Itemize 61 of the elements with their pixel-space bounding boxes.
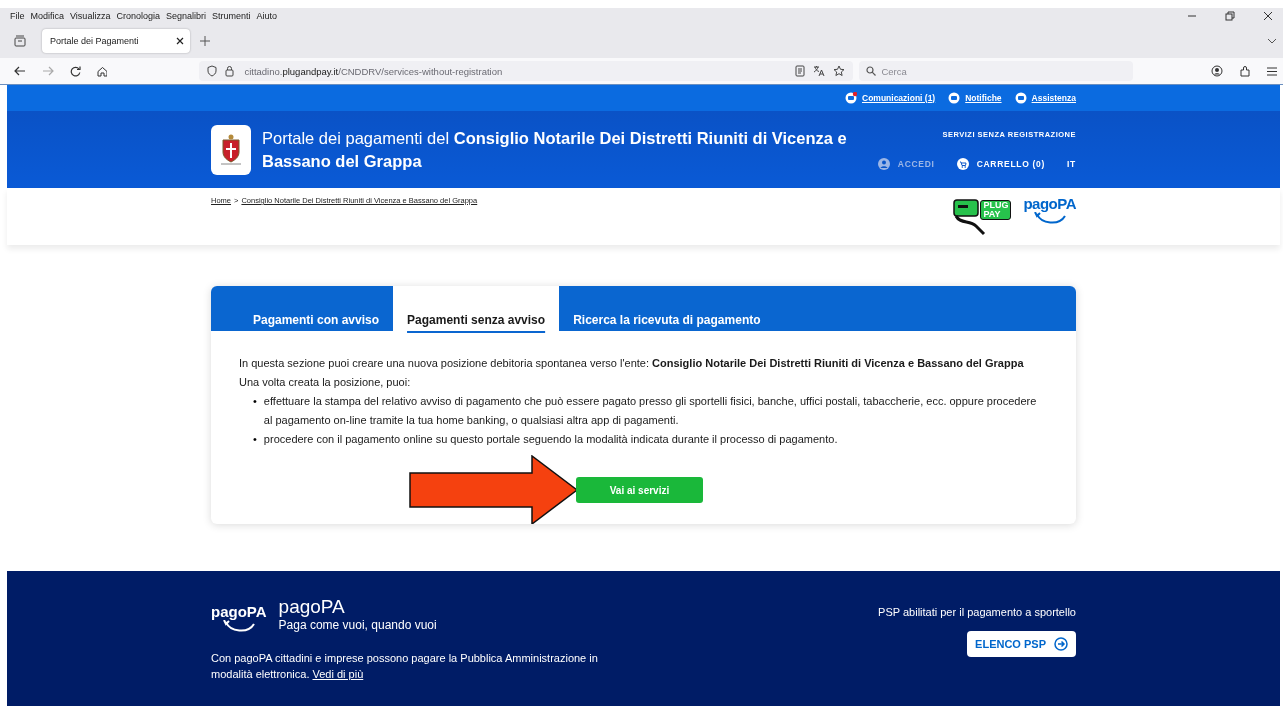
tab-title: Portale dei Pagamenti bbox=[50, 36, 139, 46]
close-tab-icon[interactable] bbox=[176, 37, 184, 45]
tab[interactable]: Pagamenti senza avviso bbox=[393, 286, 560, 331]
search-icon bbox=[866, 66, 877, 76]
header-link[interactable]: Comunicazioni (1) bbox=[862, 93, 936, 103]
chat-bubble-icon bbox=[948, 92, 961, 104]
url-text: cittadino.plugandpay.it/CNDDRV/services-without-registration bbox=[244, 65, 503, 77]
crest-logo[interactable] bbox=[211, 124, 251, 175]
address-bar[interactable]: cittadino.plugandpay.it/CNDDRV/services-without-registration bbox=[199, 61, 854, 81]
user-icon bbox=[877, 157, 890, 170]
menu-item[interactable]: Segnalibri bbox=[165, 11, 206, 21]
back-icon[interactable] bbox=[14, 66, 26, 76]
bullet-marker: • bbox=[253, 432, 257, 447]
reader-view-icon[interactable] bbox=[795, 65, 806, 77]
chevron-down-icon[interactable] bbox=[1267, 38, 1277, 44]
translate-icon[interactable] bbox=[813, 65, 826, 77]
tagline: Paga come vuoi, quando vuoi bbox=[278, 618, 437, 632]
bullet-item: effettuare la stampa del relativo avviso di pagamento che può essere pagato presso gli sportelli fisici, banche, uffici postali, tabaccherie, ecc. oppure procedere al pagamento on-line tramite la tua home banking, o qualsiasi altra app di pagamenti. bbox=[263, 394, 1038, 428]
menu-item[interactable]: Strumenti bbox=[211, 11, 251, 21]
search-field[interactable]: Cerca bbox=[859, 61, 1134, 81]
shield-icon[interactable] bbox=[207, 65, 218, 77]
close-icon[interactable] bbox=[1263, 11, 1273, 21]
intro-text: In questa sezione puoi creare una nuova posizione debitoria spontanea verso l'ente: Consiglio Notarile Dei Distretti Riuniti di Vicenza e Bassano del Grappa bbox=[239, 356, 1025, 371]
extensions-icon[interactable] bbox=[1239, 65, 1252, 77]
psp-text: PSP abilitati per il pagamento a sportello bbox=[878, 606, 1076, 618]
pagopa-logo: pagoPA bbox=[1023, 196, 1076, 226]
menu-item[interactable]: Visualizza bbox=[70, 11, 111, 21]
account-icon[interactable] bbox=[1211, 65, 1224, 77]
cart-icon bbox=[956, 157, 969, 170]
bullet-item: procedere con il pagamento online su questo portale seguendo la modalità indicata durante il processo di pagamento. bbox=[263, 432, 838, 447]
language-selector[interactable]: IT bbox=[1067, 158, 1076, 169]
arrow-right-icon bbox=[1054, 637, 1068, 651]
browser-tab[interactable]: Portale dei Pagamenti bbox=[42, 29, 190, 53]
chat-bubble-icon bbox=[845, 92, 857, 104]
restore-icon[interactable] bbox=[1225, 11, 1235, 21]
pagopa-logo: pagoPA bbox=[211, 596, 267, 634]
footer-description: Con pagoPA cittadini e imprese possono pagare la Pubblica Amministrazione in modalità elettronica. Vedi di più bbox=[211, 651, 599, 682]
tab[interactable]: Ricerca la ricevuta di pagamento bbox=[559, 286, 775, 331]
menu-item[interactable]: Aiuto bbox=[256, 11, 277, 21]
reload-icon[interactable] bbox=[69, 65, 81, 77]
menu-item[interactable]: Cronologia bbox=[116, 11, 160, 21]
star-icon[interactable] bbox=[833, 65, 846, 77]
menu-icon[interactable] bbox=[1267, 66, 1277, 76]
brand-name: pagoPA bbox=[278, 596, 346, 618]
more-link[interactable]: Vedi di più bbox=[312, 668, 364, 680]
home-icon[interactable] bbox=[96, 65, 108, 77]
bullet-marker: • bbox=[253, 394, 257, 409]
lock-icon[interactable] bbox=[225, 65, 235, 77]
menu-item[interactable]: File bbox=[10, 11, 25, 21]
plugpay-logo: PLUG PAY bbox=[952, 196, 1012, 236]
tab-list-icon[interactable] bbox=[14, 35, 26, 47]
chat-bubble-icon bbox=[1014, 92, 1027, 104]
menu-item[interactable]: Modifica bbox=[30, 11, 65, 21]
header-link[interactable]: Assistenza bbox=[1031, 93, 1076, 103]
lead-text: Una volta creata la posizione, puoi: bbox=[239, 375, 412, 390]
tab[interactable]: Pagamenti con avviso bbox=[239, 286, 394, 331]
header-link[interactable]: Notifiche bbox=[965, 93, 1002, 103]
cart-link[interactable]: CARRELLO (0) bbox=[976, 158, 1046, 169]
new-tab-icon[interactable] bbox=[200, 36, 210, 46]
psp-list-button[interactable]: ELENCO PSP bbox=[967, 631, 1076, 657]
portal-title: Portale dei pagamenti del Consiglio Notarile Dei Distretti Riuniti di Vicenza e Bassano del Grappa bbox=[262, 127, 848, 172]
